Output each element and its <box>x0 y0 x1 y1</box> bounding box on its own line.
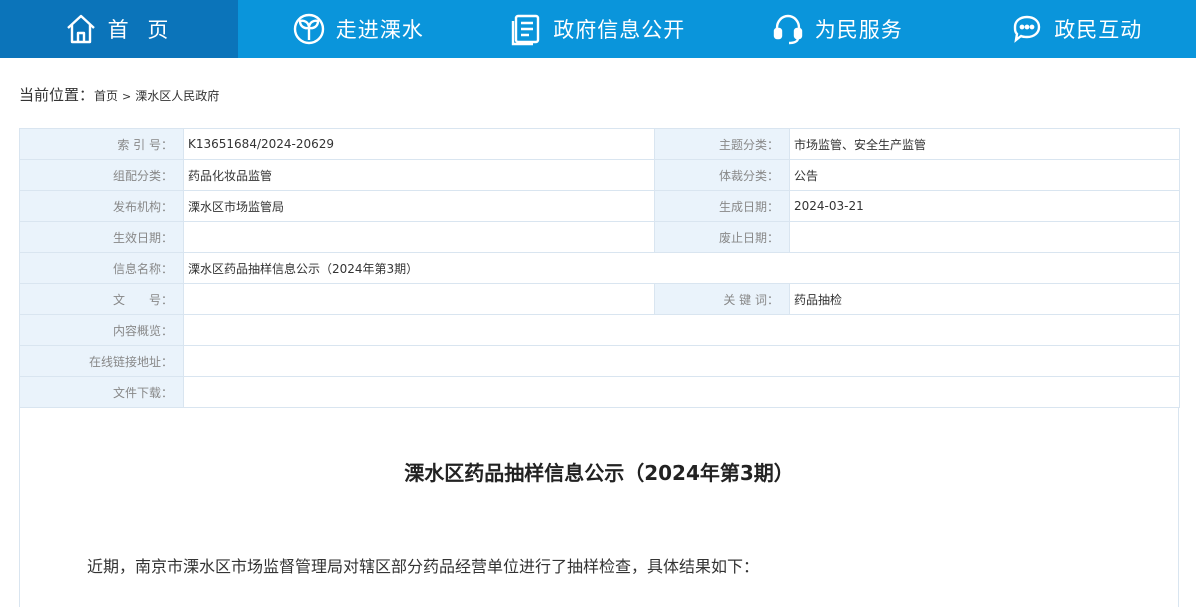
article: 溧水区药品抽样信息公示（2024年第3期） 近期，南京市溧水区市场监督管理局对辖… <box>19 407 1179 607</box>
nav-item-interaction[interactable]: 政民互动 <box>957 0 1196 58</box>
chat-icon <box>1010 12 1044 46</box>
summary-value <box>184 315 1180 346</box>
metadata-table: 索 引 号： K13651684/2024-20629 主题分类： 市场监管、安… <box>19 128 1180 408</box>
link-label: 在线链接地址： <box>20 346 184 377</box>
breadcrumb-separator: > <box>122 90 131 103</box>
created-value: 2024-03-21 <box>790 191 1180 222</box>
nav-item-home[interactable]: 首 页 <box>0 0 238 58</box>
org-label: 发布机构： <box>20 191 184 222</box>
link-value[interactable] <box>184 346 1180 377</box>
group-value: 药品化妆品监管 <box>184 160 655 191</box>
download-value[interactable] <box>184 377 1180 408</box>
topic-label: 主题分类： <box>655 129 790 160</box>
topic-value: 市场监管、安全生产监管 <box>790 129 1180 160</box>
created-label: 生成日期： <box>655 191 790 222</box>
expiry-label: 废止日期： <box>655 222 790 253</box>
nav-label: 首 页 <box>108 14 175 44</box>
group-label: 组配分类： <box>20 160 184 191</box>
nav-item-info[interactable]: 政府信息公开 <box>478 0 718 58</box>
download-label: 文件下载： <box>20 377 184 408</box>
index-label: 索 引 号： <box>20 129 184 160</box>
effective-value <box>184 222 655 253</box>
summary-label: 内容概览： <box>20 315 184 346</box>
breadcrumb-prefix: 当前位置： <box>19 86 94 104</box>
document-icon <box>509 12 543 46</box>
genre-label: 体裁分类： <box>655 160 790 191</box>
docno-label: 文 号： <box>20 284 184 315</box>
nav-item-service[interactable]: 为民服务 <box>717 0 957 58</box>
nav-label: 为民服务 <box>815 14 903 44</box>
top-nav: 首 页 走进溧水 政府信息公开 为民服务 政民互动 <box>0 0 1196 58</box>
name-value: 溧水区药品抽样信息公示（2024年第3期） <box>184 253 1180 284</box>
nav-label: 政民互动 <box>1054 14 1142 44</box>
breadcrumb: 当前位置：首页 > 溧水区人民政府 <box>19 84 219 105</box>
keyword-label: 关 键 词： <box>655 284 790 315</box>
effective-label: 生效日期： <box>20 222 184 253</box>
name-label: 信息名称： <box>20 253 184 284</box>
headset-icon <box>771 12 805 46</box>
nav-label: 政府信息公开 <box>553 14 685 44</box>
genre-value: 公告 <box>790 160 1180 191</box>
nav-label: 走进溧水 <box>336 14 424 44</box>
nav-item-about[interactable]: 走进溧水 <box>238 0 478 58</box>
expiry-value <box>790 222 1180 253</box>
article-intro: 近期，南京市溧水区市场监督管理局对辖区部分药品经营单位进行了抽样检查，具体结果如… <box>87 553 759 577</box>
docno-value <box>184 284 655 315</box>
index-value: K13651684/2024-20629 <box>184 129 655 160</box>
article-title: 溧水区药品抽样信息公示（2024年第3期） <box>20 457 1178 486</box>
keyword-value: 药品抽检 <box>790 284 1180 315</box>
breadcrumb-home-link[interactable]: 首页 <box>94 89 118 103</box>
org-value: 溧水区市场监管局 <box>184 191 655 222</box>
sprout-icon <box>292 12 326 46</box>
home-icon <box>64 12 98 46</box>
breadcrumb-current-link[interactable]: 溧水区人民政府 <box>135 89 219 103</box>
